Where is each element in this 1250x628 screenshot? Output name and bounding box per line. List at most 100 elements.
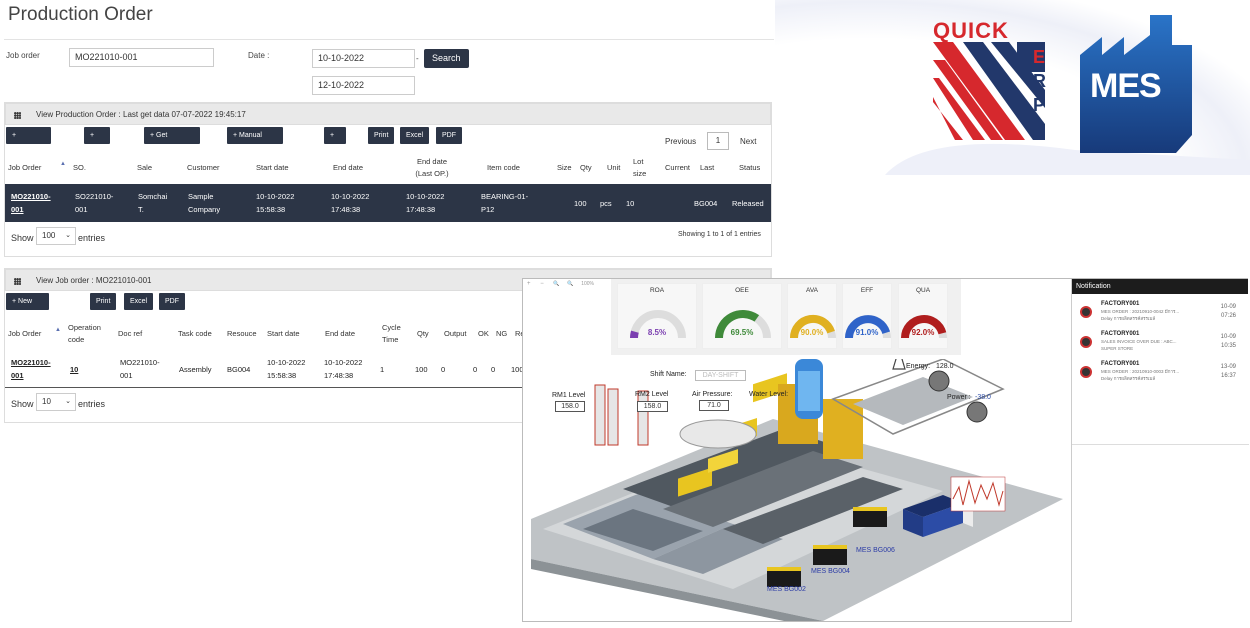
notification-detail: Delay การผลิตสรรค์สรรเมล์: [1101, 376, 1156, 381]
print-button[interactable]: Print: [368, 127, 395, 144]
magnify-in-icon[interactable]: 🔍: [553, 281, 559, 287]
notification-date: 10-09: [1220, 334, 1236, 340]
notification-avatar-icon: [1080, 306, 1092, 318]
job-col-end-date[interactable]: End date: [325, 328, 355, 340]
job-col-ok[interactable]: OK: [478, 328, 489, 340]
col-job-order[interactable]: Job Order: [8, 162, 41, 174]
col-qty[interactable]: Qty: [580, 162, 592, 174]
notification-item[interactable]: FACTORY001 MES ORDER : 20210910-0003 มีกา…: [1072, 359, 1246, 389]
production-page-size-select[interactable]: 100 ⌄: [36, 227, 76, 245]
notification-item[interactable]: FACTORY001 MES ORDER : 20210910-0042 มีกา…: [1072, 299, 1246, 329]
col-end-date-last-op[interactable]: End date (Last OP.): [408, 156, 456, 180]
col-start-date[interactable]: Start date: [256, 162, 289, 174]
job-col-job-order[interactable]: Job Order: [8, 328, 41, 340]
col-customer[interactable]: Customer: [187, 162, 220, 174]
show-entries-label: Show: [11, 233, 34, 243]
row-job-order-link[interactable]: MO221010-001: [11, 190, 61, 216]
mes-dashboard-window: + − 🔍 🔍 100% ROA 8.5% OEE 69.5% AVA 90.0% EFF 9…: [522, 278, 1249, 622]
machine-label-bg006[interactable]: MES BG006: [856, 547, 895, 554]
date-label: Date :: [248, 51, 270, 60]
ax-get-data-button[interactable]: + AX get data: [84, 127, 110, 190]
zoom-in-icon[interactable]: +: [527, 281, 531, 287]
row-sale: Somchai T.: [138, 192, 168, 214]
machine-label-bg004[interactable]: MES BG004: [811, 568, 850, 575]
job-page-size-select[interactable]: 10 ⌄: [36, 393, 76, 411]
gauge-arc: [901, 315, 947, 339]
gauge-value: 92.0%: [911, 328, 935, 337]
col-unit[interactable]: Unit: [607, 162, 620, 174]
job-order-input[interactable]: MO221010-001: [69, 48, 214, 67]
water-level-label: Water Level:: [749, 391, 789, 398]
manual-schedule-jobs-button[interactable]: + Manual ScheduleJobs: [227, 127, 283, 156]
job-col-qty[interactable]: Qty: [417, 328, 429, 340]
production-table-row[interactable]: MO221010-001 SO221010-001 Somchai T. Sam…: [5, 184, 771, 222]
get-schedule-jobs-button[interactable]: + Get ScheduleJobs: [144, 127, 200, 156]
col-last[interactable]: Last: [700, 162, 714, 174]
job-table-row[interactable]: MO221010-001 10 MO221010-001 Assembly BG…: [5, 350, 525, 388]
machine-label-bg002[interactable]: MES BG002: [767, 586, 806, 593]
production-panel-header: View Production Order : Last get data 07…: [5, 103, 771, 125]
job-col-doc-ref[interactable]: Doc ref: [118, 328, 142, 340]
date-from-input[interactable]: 10-10-2022: [312, 49, 415, 68]
col-sale[interactable]: Sale: [137, 162, 152, 174]
shift-name-value: DAY-SHIFT: [695, 370, 746, 381]
job-row-doc-ref: MO221010-001: [120, 358, 160, 380]
zoom-level: 100%: [581, 281, 594, 287]
zoom-out-icon[interactable]: −: [540, 281, 544, 287]
col-so[interactable]: SO.: [73, 162, 86, 174]
job-col-output[interactable]: Output: [444, 328, 467, 340]
job-order-label: Job order: [6, 51, 40, 60]
job-excel-button[interactable]: Excel: [124, 293, 154, 310]
row-start-date: 10-10-2022 15:58:38: [256, 192, 295, 214]
col-current[interactable]: Current: [665, 162, 690, 174]
new-job-operation-button[interactable]: + New Job Operation: [6, 293, 49, 339]
energy-value: 128.0: [936, 363, 954, 370]
col-item-code[interactable]: Item code: [487, 162, 520, 174]
notification-item[interactable]: FACTORY001 SALES INVOICE OVER DUE : ABC..…: [1072, 329, 1246, 359]
excel-button[interactable]: Excel: [400, 127, 430, 144]
gauge-arc: [789, 314, 836, 339]
notification-date: 10-09: [1220, 304, 1236, 310]
page-size-value: 100: [42, 231, 56, 240]
job-row-operation-code-link[interactable]: 10: [70, 363, 78, 376]
row-customer: Sample Company: [188, 192, 221, 214]
job-col-start-date[interactable]: Start date: [267, 328, 300, 340]
job-entries-label: entries: [78, 399, 106, 409]
gauge-qua: QUA 92.0%: [898, 283, 948, 349]
col-status[interactable]: Status: [739, 162, 760, 174]
previous-page-link[interactable]: Previous: [665, 137, 696, 146]
row-so: SO221010-001: [75, 192, 114, 214]
col-end-date[interactable]: End date: [333, 162, 363, 174]
next-page-link[interactable]: Next: [740, 137, 756, 146]
job-col-operation-code[interactable]: Operation code: [68, 322, 108, 346]
job-row-job-order-link[interactable]: MO221010-001: [11, 356, 56, 382]
job-panel-title: View Job order : MO221010-001: [36, 276, 152, 285]
date-separator: -: [416, 54, 419, 63]
gauge-value: 69.5%: [730, 328, 754, 337]
job-col-resource[interactable]: Resouce: [227, 328, 257, 340]
job-row-task-code: Assembly: [179, 365, 212, 374]
job-col-task-code[interactable]: Task code: [178, 328, 212, 340]
magnify-out-icon[interactable]: 🔍: [567, 281, 573, 287]
pdf-button[interactable]: PDF: [436, 127, 462, 144]
sort-asc-icon[interactable]: ▲: [55, 327, 61, 333]
re-get-button[interactable]: + Re get: [324, 127, 346, 173]
search-button[interactable]: Search: [424, 49, 469, 68]
gauge-arc: [845, 315, 891, 339]
job-col-cycle-time[interactable]: Cycle Time: [382, 322, 406, 346]
job-row-ng: 0: [491, 365, 496, 374]
page-title: Production Order: [8, 4, 153, 25]
job-col-ng[interactable]: NG: [496, 328, 507, 340]
sort-asc-icon[interactable]: ▲: [60, 161, 66, 167]
col-lot-size[interactable]: Lot size: [633, 156, 653, 180]
row-last: BG004: [694, 199, 718, 208]
date-to-input[interactable]: 12-10-2022: [312, 76, 415, 95]
add-production-order-button[interactable]: + Production Order: [6, 127, 52, 173]
job-print-button[interactable]: Print: [90, 293, 117, 310]
col-size[interactable]: Size: [557, 162, 572, 174]
job-pdf-button[interactable]: PDF: [159, 293, 185, 310]
notification-time: 07:26: [1220, 313, 1236, 319]
erp-letter-r: R: [1033, 71, 1046, 91]
page-1-button[interactable]: 1: [707, 132, 729, 150]
rm1-level-label: RM1 Level: [552, 392, 586, 399]
